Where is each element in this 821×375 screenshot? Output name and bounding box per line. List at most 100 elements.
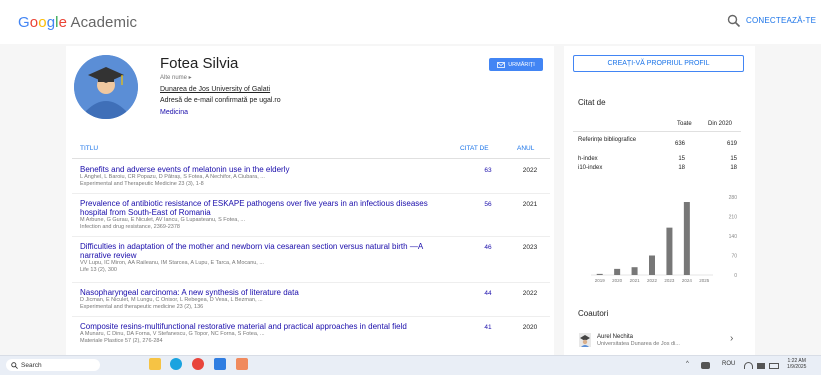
x-tick-label: 2022 xyxy=(647,278,658,283)
research-field-link[interactable]: Medicina xyxy=(160,109,188,116)
follow-button[interactable]: URMĂRIȚI xyxy=(489,58,543,71)
logo-letter: o xyxy=(38,14,47,31)
y-tick-label: 70 xyxy=(731,254,737,260)
wifi-icon[interactable] xyxy=(744,362,753,369)
coauthor-avatar-icon xyxy=(579,333,591,347)
article-row: Difficulties in adaptation of the mother… xyxy=(80,242,450,273)
chart-bar-2024[interactable] xyxy=(683,202,690,275)
chart-bar-2019[interactable] xyxy=(596,273,603,275)
x-tick-label: 2024 xyxy=(682,278,693,283)
coauthors-title: Coautori xyxy=(578,309,609,318)
logo-letter: o xyxy=(29,14,39,31)
y-tick-label: 280 xyxy=(729,195,738,201)
affiliation-link[interactable]: Dunarea de Jos University of Galati xyxy=(160,86,270,93)
chart-bar-2021[interactable] xyxy=(631,267,638,275)
windows-taskbar xyxy=(0,355,821,375)
avatar xyxy=(74,55,138,119)
language-indicator[interactable]: ROU xyxy=(722,361,735,367)
article-venue: Experimental and Therapeutic Medicine 23… xyxy=(80,180,204,187)
cloud-icon[interactable] xyxy=(701,362,710,369)
cited-count-link[interactable]: 63 xyxy=(476,167,500,174)
article-year: 2022 xyxy=(522,167,538,174)
article-title-link[interactable]: Difficulties in adaptation of the mother… xyxy=(80,242,450,260)
stat-label[interactable]: h-index xyxy=(578,156,598,163)
clock-date: 1/9/2025 xyxy=(787,364,807,370)
col-since-header: Din 2020 xyxy=(708,121,733,127)
article-row: Composite resins-multifunctional restora… xyxy=(80,322,450,344)
taskbar-clock[interactable]: 1:22 AM 1/9/2025 xyxy=(787,358,806,370)
x-tick-label: 2025 xyxy=(699,278,710,283)
stat-since: 18 xyxy=(730,165,737,171)
chart-bar-2023[interactable] xyxy=(666,227,673,275)
col-cited-header[interactable]: CITAT DE xyxy=(460,145,489,152)
cited-count-link[interactable]: 41 xyxy=(476,324,500,331)
taskbar-search[interactable]: Search xyxy=(6,359,100,371)
stats-divider xyxy=(573,131,741,132)
coauthor-name-link[interactable]: Aurel Nechita xyxy=(597,334,633,340)
stat-all: 15 xyxy=(678,156,685,162)
article-title-link[interactable]: Prevalence of antibiotic resistance of E… xyxy=(80,199,450,217)
row-divider xyxy=(72,193,550,194)
article-row: Benefits and adverse events of melatonin… xyxy=(80,165,450,187)
search-icon[interactable] xyxy=(727,14,741,28)
stat-since: 619 xyxy=(726,141,737,147)
logo-letter: G xyxy=(18,14,30,31)
other-names-link[interactable]: Alte nume ▸ xyxy=(160,74,192,81)
profile-name: Fotea Silvia xyxy=(160,55,239,72)
battery-icon[interactable] xyxy=(769,363,779,369)
article-title-link[interactable]: Composite resins-multifunctional restora… xyxy=(80,322,450,331)
stat-all: 18 xyxy=(678,165,685,171)
volume-icon[interactable] xyxy=(757,363,765,369)
chart-bar-2020[interactable] xyxy=(614,268,621,275)
article-venue: Materiale Plastice 57 (2), 276-284 xyxy=(80,337,163,344)
x-tick-label: 2020 xyxy=(612,278,623,283)
article-venue: Infection and drug resistance, 2369-2378 xyxy=(80,223,180,230)
stat-label[interactable]: Referințe bibliografice xyxy=(578,137,638,144)
chart-bar-2022[interactable] xyxy=(649,255,655,276)
logo-letter: g xyxy=(46,14,56,31)
article-year: 2023 xyxy=(522,244,538,251)
logo-academic: Academic xyxy=(67,14,138,31)
stat-label[interactable]: i10-index xyxy=(578,165,602,172)
graduate-avatar-icon xyxy=(74,55,138,119)
x-tick-label: 2021 xyxy=(630,278,641,283)
y-tick-label: 210 xyxy=(729,215,738,221)
cited-by-title: Citat de xyxy=(578,98,606,107)
col-year-header[interactable]: ANUL xyxy=(517,145,534,152)
taskbar-search-placeholder: Search xyxy=(21,361,42,369)
article-year: 2021 xyxy=(522,201,538,208)
verified-email: Adresă de e-mail confirmată pe ugal.ro xyxy=(160,97,281,104)
stat-all: 636 xyxy=(674,141,685,147)
logo-letter: e xyxy=(58,14,68,31)
chevron-up-icon[interactable]: ^ xyxy=(686,361,689,367)
article-row: Prevalence of antibiotic resistance of E… xyxy=(80,199,450,230)
mail-icon xyxy=(497,61,506,68)
y-tick-label: 0 xyxy=(734,273,737,279)
row-divider xyxy=(72,236,550,237)
citations-bar-chart: 2019 2020 2021 2022 2023 2024 2025 280 210 140 70 0 xyxy=(591,195,738,283)
header-divider xyxy=(72,158,550,159)
stat-since: 15 xyxy=(730,156,737,162)
search-icon xyxy=(11,361,18,369)
create-profile-button[interactable]: CREAȚI-VĂ PROPRIUL PROFIL xyxy=(573,55,744,72)
row-divider xyxy=(72,316,550,317)
col-title-header[interactable]: TITLU xyxy=(80,145,98,152)
app-icon[interactable] xyxy=(236,358,248,370)
cited-count-link[interactable]: 46 xyxy=(476,244,500,251)
follow-label: URMĂRIȚI xyxy=(508,61,535,68)
article-venue: Experimental and therapeutic medicine 23… xyxy=(80,303,204,310)
store-icon[interactable] xyxy=(214,358,226,370)
coauthor-affiliation: Universitatea Dunarea de Jos di... xyxy=(597,341,680,347)
file-explorer-icon[interactable] xyxy=(149,358,161,370)
article-title-link[interactable]: Benefits and adverse events of melatonin… xyxy=(80,165,450,174)
google-scholar-logo[interactable]: Google Academic xyxy=(18,14,137,31)
chevron-right-icon[interactable]: › xyxy=(730,333,733,344)
article-venue: Life 13 (2), 300 xyxy=(80,266,117,273)
edge-icon[interactable] xyxy=(170,358,182,370)
cited-count-link[interactable]: 44 xyxy=(476,290,500,297)
signin-link[interactable]: CONECTEAZĂ-TE xyxy=(746,16,816,25)
cited-count-link[interactable]: 56 xyxy=(476,201,500,208)
chrome-icon[interactable] xyxy=(192,358,204,370)
x-tick-label: 2023 xyxy=(664,278,675,283)
article-title-link[interactable]: Nasopharyngeal carcinoma: A new synthesi… xyxy=(80,288,450,297)
